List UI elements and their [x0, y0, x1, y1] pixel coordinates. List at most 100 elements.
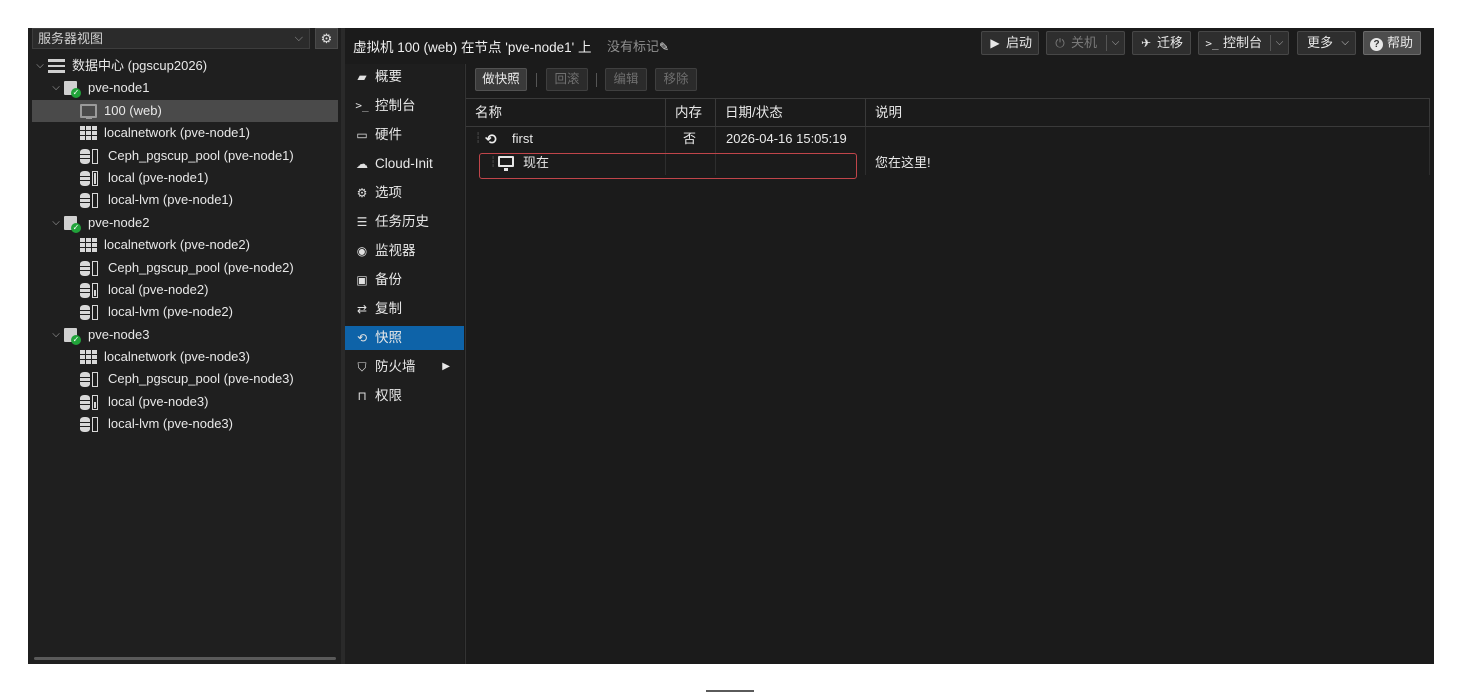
database-icon — [80, 305, 90, 321]
grid-header: 名称 内存 日期/状态 说明 — [466, 98, 1430, 127]
menu-item[interactable]: ⚙ 选项 — [345, 181, 464, 205]
node-online-icon: ✓ — [64, 81, 81, 99]
menu-item[interactable]: ☰ 任务历史 — [345, 210, 464, 234]
help-label: 帮助 — [1387, 35, 1414, 50]
gear-icon: ⚙ — [356, 186, 368, 200]
tree-node[interactable]: 100 (web) — [32, 99, 338, 123]
storage-icon — [80, 372, 98, 388]
shield-icon: ⛉ — [357, 360, 367, 374]
database-icon — [80, 170, 90, 186]
tree-node[interactable]: local (pve-node1) — [32, 167, 338, 189]
tree-node-label: pve-node2 — [88, 214, 150, 230]
tree-node[interactable]: local (pve-node3) — [32, 391, 338, 413]
menu-item[interactable]: ▣ 备份 — [345, 268, 464, 292]
chevron-down-icon: ⌵ — [294, 32, 303, 44]
more-button[interactable]: 更多 ⌵ — [1297, 31, 1356, 55]
current-state-name: 现在 — [523, 155, 550, 170]
menu-item[interactable]: ☁ Cloud-Init — [345, 152, 464, 176]
chevron-down-icon[interactable]: ⌵ — [1270, 35, 1288, 51]
remove-button[interactable]: 移除 — [655, 68, 697, 91]
unlock-icon: ⊓ — [357, 389, 367, 403]
tree-node[interactable]: ⌵ ✓ pve-node1 — [32, 77, 338, 99]
gear-icon: ⚙ — [320, 31, 333, 46]
console-button[interactable]: >_ 控制台 ⌵ — [1198, 31, 1289, 55]
pencil-icon: ✎ — [659, 40, 670, 54]
chevron-down-icon[interactable]: ⌵ — [34, 55, 46, 77]
tree-node[interactable]: Ceph_pgscup_pool (pve-node2) — [32, 257, 338, 279]
tree-node[interactable]: localnetwork (pve-node2) — [32, 234, 338, 256]
tree-node[interactable]: ⌵ ✓ pve-node3 — [32, 324, 338, 346]
tree-node-label: local-lvm (pve-node3) — [108, 416, 233, 432]
usage-bar — [92, 260, 98, 276]
proxmox-window: 服务器视图 ⌵ ⚙ ⌵ 数据中心 (pgscup2026) ⌵ ✓ pve-node1 1… — [28, 28, 1435, 692]
column-header-date[interactable]: 日期/状态 — [716, 99, 866, 127]
menu-item-label: 快照 — [375, 330, 402, 345]
column-header-name[interactable]: 名称 — [466, 99, 666, 127]
floppy-icon: ▣ — [356, 273, 368, 287]
usage-bar — [92, 417, 98, 433]
help-button[interactable]: ? 帮助 — [1363, 31, 1421, 55]
table-row[interactable]: ┆ 现在 您在这里! — [466, 151, 1430, 175]
menu-item[interactable]: ◉ 监视器 — [345, 239, 464, 263]
database-icon — [80, 282, 90, 298]
menu-item[interactable]: ⇄ 复制 — [345, 297, 464, 321]
datacenter-icon — [48, 59, 65, 73]
tree-node-label: 数据中心 (pgscup2026) — [72, 58, 208, 73]
menu-item[interactable]: ⊓ 权限 — [345, 384, 464, 408]
chevron-down-icon[interactable]: ⌵ — [50, 324, 62, 346]
tree-scrollbar[interactable] — [34, 657, 336, 660]
tree-settings-button[interactable]: ⚙ — [315, 28, 338, 49]
take-snapshot-button[interactable]: 做快照 — [475, 68, 527, 91]
tree-node-label: Ceph_pgscup_pool (pve-node3) — [108, 371, 294, 387]
date-cell: 2026-04-16 15:05:19 — [716, 127, 866, 151]
snapshot-toolbar: 做快照 回滚 编辑 移除 — [466, 64, 1435, 98]
tree-node-label: local (pve-node1) — [108, 169, 209, 185]
ram-cell — [666, 151, 716, 175]
tags-editor[interactable]: 没有标记✎ — [607, 36, 669, 55]
view-selector[interactable]: 服务器视图 ⌵ — [32, 28, 310, 49]
menu-item[interactable]: ▭ 硬件 — [345, 123, 464, 147]
vm-icon — [80, 103, 97, 119]
tree-node-label: local (pve-node3) — [108, 393, 209, 409]
chevron-down-icon: ⌵ — [1341, 37, 1349, 48]
tree-node[interactable]: Ceph_pgscup_pool (pve-node1) — [32, 145, 338, 167]
check-icon: ✓ — [71, 222, 81, 233]
chevron-down-icon[interactable]: ⌵ — [1106, 35, 1124, 51]
storage-icon — [80, 170, 98, 186]
start-button[interactable]: ▶ 启动 — [981, 31, 1039, 55]
edit-label: 编辑 — [613, 72, 639, 86]
check-icon: ✓ — [71, 334, 81, 345]
tree-node[interactable]: local (pve-node2) — [32, 279, 338, 301]
migrate-button[interactable]: ✈ 迁移 — [1132, 31, 1191, 55]
chevron-down-icon[interactable]: ⌵ — [50, 77, 62, 99]
tree-node[interactable]: localnetwork (pve-node1) — [32, 122, 338, 144]
menu-item[interactable]: ▰ 概要 — [345, 65, 464, 89]
tree-node[interactable]: ⌵ 数据中心 (pgscup2026) — [32, 55, 338, 77]
storage-icon — [80, 305, 98, 321]
menu-item[interactable]: >_ 控制台 — [345, 94, 464, 118]
menu-item[interactable]: ⟲ 快照 — [345, 326, 464, 350]
question-circle-icon: ? — [1370, 38, 1383, 51]
more-label: 更多 — [1307, 35, 1334, 50]
tree-node[interactable]: ⌵ ✓ pve-node2 — [32, 212, 338, 234]
tree-node-label: localnetwork (pve-node3) — [104, 349, 250, 365]
resource-tree: ⌵ 数据中心 (pgscup2026) ⌵ ✓ pve-node1 100 (web) lo… — [32, 55, 338, 436]
tree-node[interactable]: local-lvm (pve-node2) — [32, 301, 338, 323]
tree-node[interactable]: localnetwork (pve-node3) — [32, 346, 338, 368]
network-icon — [80, 350, 97, 365]
snapshot-grid: 名称 内存 日期/状态 说明 ┆ ⟲ first 否 2026-04-16 15… — [466, 98, 1430, 175]
menu-item[interactable]: ⛉ 防火墙 ▶ — [345, 355, 464, 379]
database-icon — [80, 372, 90, 388]
tree-node[interactable]: local-lvm (pve-node3) — [32, 413, 338, 435]
shutdown-button[interactable]: ⏻ 关机 ⌵ — [1046, 31, 1125, 55]
edit-button[interactable]: 编辑 — [605, 68, 647, 91]
rollback-button[interactable]: 回滚 — [546, 68, 588, 91]
console-label: 控制台 — [1223, 35, 1263, 50]
column-header-description[interactable]: 说明 — [866, 99, 1430, 127]
chevron-down-icon[interactable]: ⌵ — [50, 212, 62, 234]
column-header-ram[interactable]: 内存 — [666, 99, 716, 127]
table-row[interactable]: ┆ ⟲ first 否 2026-04-16 15:05:19 — [466, 127, 1430, 151]
tree-node[interactable]: Ceph_pgscup_pool (pve-node3) — [32, 368, 338, 390]
tree-node[interactable]: local-lvm (pve-node1) — [32, 189, 338, 211]
tree-connector: ┆ — [490, 157, 497, 168]
